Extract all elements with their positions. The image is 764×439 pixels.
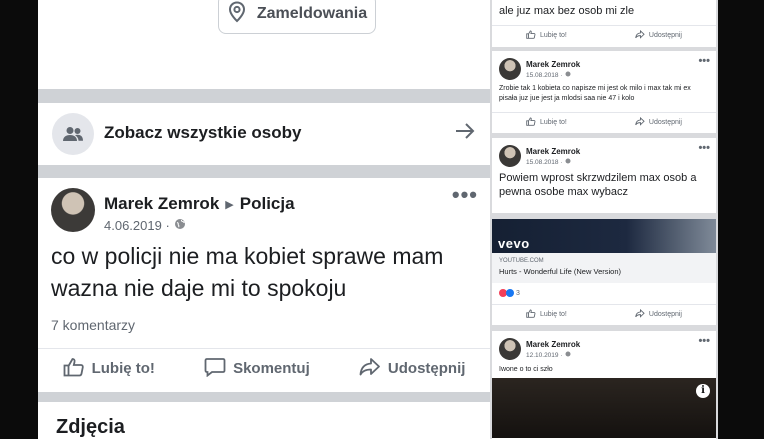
like-label: Lubię to! <box>540 119 567 126</box>
see-all-people-label: Zobacz wszystkie osoby <box>104 123 302 142</box>
comment-button[interactable]: Skomentuj <box>204 357 310 381</box>
photos-heading: Zdjęcia <box>56 416 125 438</box>
section-divider <box>38 392 490 402</box>
thumbs-up-icon <box>526 117 536 128</box>
thumbs-up-icon <box>526 309 536 320</box>
author-avatar[interactable] <box>499 338 521 360</box>
like-label: Lubię to! <box>91 360 155 377</box>
like-button[interactable]: Lubię to! <box>526 309 567 320</box>
author-name[interactable]: Marek Zemrok <box>526 147 580 156</box>
globe-icon <box>565 351 571 359</box>
author-avatar[interactable] <box>499 58 521 80</box>
link-title: Hurts - Wonderful Life (New Version) <box>499 267 621 276</box>
comment-label: Skomentuj <box>233 360 310 377</box>
see-all-people-row[interactable]: Zobacz wszystkie osoby <box>38 103 490 165</box>
reaction-count: 3 <box>516 289 520 297</box>
people-icon <box>52 113 94 155</box>
triangle-right-icon: ▶ <box>225 198 234 211</box>
post-date-row: 12.10.2019 · <box>526 351 571 359</box>
checkins-label: Zameldowania <box>256 5 368 22</box>
link-source: YOUTUBE.COM <box>499 258 544 264</box>
video-thumbnail[interactable]: vevo <box>492 219 716 253</box>
share-button[interactable]: Udostępnij <box>359 357 466 381</box>
like-label: Lubię to! <box>540 32 567 39</box>
reactions-summary[interactable]: 3 <box>499 289 520 297</box>
vevo-logo: vevo <box>498 236 530 251</box>
share-button[interactable]: Udostępnij <box>635 308 682 320</box>
post-card: Marek Zemrok 12.10.2019 · ••• Iwone o to… <box>492 331 716 439</box>
more-options-icon[interactable]: ••• <box>452 184 478 206</box>
share-button[interactable]: Udostępnij <box>635 29 682 41</box>
post-target[interactable]: Policja <box>240 194 295 214</box>
post-date[interactable]: 15.08.2018 · <box>526 159 563 166</box>
post-actions: Lubię to! Udostępnij <box>492 304 716 324</box>
info-icon[interactable]: i <box>696 384 710 398</box>
post-card: Marek Zemrok 15.08.2018 · ••• Zrobie tak… <box>492 51 716 133</box>
more-options-icon[interactable]: ••• <box>698 142 710 154</box>
post-actions: Lubię to! Udostępnij <box>492 25 716 45</box>
post-date-row: 15.08.2018 · <box>526 71 571 79</box>
link-preview[interactable]: YOUTUBE.COM Hurts - Wonderful Life (New … <box>492 253 716 283</box>
post-text: Iwone o to ci szło <box>499 366 553 373</box>
share-label: Udostępnij <box>387 360 466 377</box>
comments-count[interactable]: 7 komentarzy <box>51 317 135 333</box>
post-date-row: 4.06.2019 · <box>104 218 186 233</box>
section-divider <box>38 89 490 103</box>
post-date[interactable]: 4.06.2019 · <box>104 218 170 233</box>
thumbs-up-icon <box>63 357 85 381</box>
share-label: Udostępnij <box>648 119 682 126</box>
share-icon <box>635 29 645 41</box>
like-reaction-icon <box>506 289 514 297</box>
video-player[interactable]: i <box>492 378 716 438</box>
share-icon <box>635 308 645 320</box>
timeline-screenshot-panel: ale juz max bez osob mi zle Lubię to! Ud… <box>490 0 718 439</box>
share-icon <box>359 357 381 381</box>
more-options-icon[interactable]: ••• <box>698 335 710 347</box>
post-actions: Lubię to! Skomentuj Udostępnij <box>38 348 490 388</box>
shared-link-card: vevo YOUTUBE.COM Hurts - Wonderful Life … <box>492 219 716 325</box>
like-label: Lubię to! <box>540 311 567 318</box>
share-label: Udostępnij <box>648 32 682 39</box>
post-header: Marek Zemrok ▶ Policja <box>104 194 295 214</box>
post-date[interactable]: 12.10.2019 · <box>526 352 563 359</box>
like-button[interactable]: Lubię to! <box>526 117 567 128</box>
like-button[interactable]: Lubię to! <box>63 357 155 381</box>
post-actions: Lubię to! Udostępnij <box>492 112 716 132</box>
share-icon <box>635 116 645 128</box>
author-avatar[interactable] <box>499 145 521 167</box>
author-name[interactable]: Marek Zemrok <box>526 340 580 349</box>
post-card: Marek Zemrok ▶ Policja 4.06.2019 · ••• c… <box>38 178 490 392</box>
arrow-right-icon <box>454 121 476 146</box>
share-button[interactable]: Udostępnij <box>635 116 682 128</box>
post-card: Marek Zemrok 15.08.2018 · ••• Powiem wpr… <box>492 138 716 213</box>
globe-icon <box>565 71 571 79</box>
post-text: Powiem wprost skrzwdzilem max osob a pew… <box>499 172 697 198</box>
author-avatar[interactable] <box>51 188 95 232</box>
globe-icon <box>565 158 571 166</box>
post-text: ale juz max bez osob mi zle <box>499 5 635 17</box>
more-options-icon[interactable]: ••• <box>698 55 710 67</box>
post-text: Zrobie tak 1 kobieta co napisze mi jest … <box>499 85 691 102</box>
photos-section: Zdjęcia <box>38 402 490 439</box>
location-pin-icon <box>227 0 247 28</box>
post-card: ale juz max bez osob mi zle Lubię to! Ud… <box>492 0 716 47</box>
like-button[interactable]: Lubię to! <box>526 30 567 41</box>
thumbs-up-icon <box>526 30 536 41</box>
post-text: co w policji nie ma kobiet sprawe mam wa… <box>51 243 444 301</box>
post-date-row: 15.08.2018 · <box>526 158 571 166</box>
share-label: Udostępnij <box>648 311 682 318</box>
section-divider <box>38 165 490 178</box>
checkins-button[interactable]: Zameldowania <box>218 0 376 34</box>
facebook-profile-panel: Zameldowania Zobacz wszystkie osoby Mare… <box>38 0 490 439</box>
author-name[interactable]: Marek Zemrok <box>526 60 580 69</box>
globe-icon <box>174 218 186 233</box>
author-name[interactable]: Marek Zemrok <box>104 194 219 214</box>
comment-icon <box>204 357 226 381</box>
post-date[interactable]: 15.08.2018 · <box>526 72 563 79</box>
